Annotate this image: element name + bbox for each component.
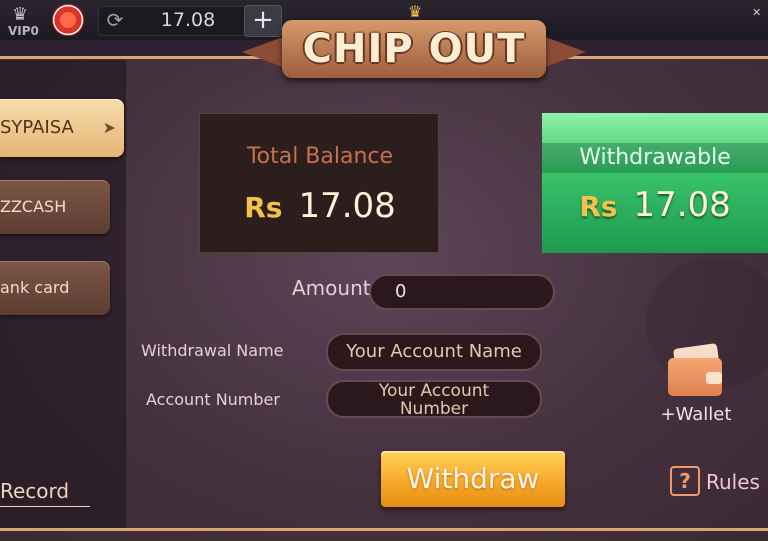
sidebar-item-bank-card[interactable]: ank card — [0, 261, 110, 315]
payment-method-sidebar: SYPAISA ➤ ZZCASH ank card — [0, 60, 126, 528]
currency-label: Rs — [579, 190, 618, 223]
title-banner: ♛ CHIP OUT — [242, 2, 586, 82]
account-number-input[interactable]: Your Account Number — [326, 380, 542, 418]
total-balance-label: Total Balance — [246, 144, 394, 169]
crown-icon: ♛ — [12, 4, 29, 25]
withdrawable-label: Withdrawable — [579, 145, 731, 170]
panel-bottom-border — [0, 528, 768, 531]
sidebar-item-label: SYPAISA — [0, 117, 74, 138]
page-title: CHIP OUT — [302, 26, 526, 72]
chevron-right-icon: ➤ — [102, 118, 116, 137]
close-icon[interactable]: ✕ — [752, 6, 768, 40]
withdrawal-name-input[interactable]: Your Account Name — [326, 333, 542, 371]
record-link[interactable]: Record — [0, 478, 90, 507]
vip-badge[interactable]: ♛ VIP0 — [6, 4, 48, 38]
account-number-placeholder-line2: Number — [399, 399, 469, 419]
poker-chip-icon[interactable] — [52, 4, 84, 36]
withdrawable-card: Withdrawable Rs 17.08 — [542, 113, 768, 253]
account-number-label: Account Number — [146, 390, 280, 409]
rules-link[interactable]: Rules — [706, 470, 760, 494]
withdraw-button[interactable]: Withdraw — [381, 451, 565, 507]
amount-input[interactable]: 0 — [369, 274, 555, 310]
amount-label: Amount — [292, 276, 371, 300]
withdrawable-value: 17.08 — [633, 185, 731, 225]
sidebar-item-easypaisa[interactable]: SYPAISA ➤ — [0, 99, 124, 157]
vip-label: VIP0 — [8, 24, 39, 38]
withdrawable-amount: Rs 17.08 — [542, 185, 768, 225]
crown-icon: ♛ — [407, 2, 423, 21]
total-balance-amount: Rs 17.08 — [200, 186, 440, 226]
total-balance-card: Total Balance Rs 17.08 — [199, 113, 439, 253]
refresh-icon[interactable]: ⟳ — [102, 8, 128, 32]
wallet-icon[interactable] — [668, 343, 722, 396]
help-icon[interactable]: ? — [670, 466, 700, 496]
add-wallet-button[interactable]: +Wallet — [660, 404, 732, 425]
sidebar-item-label: ank card — [0, 278, 70, 297]
coin-balance: 17.08 — [160, 9, 216, 31]
currency-label: Rs — [244, 191, 283, 224]
withdrawal-name-label: Withdrawal Name — [141, 341, 284, 360]
sidebar-item-label: ZZCASH — [0, 197, 67, 216]
account-number-placeholder-line1: Your Account — [378, 381, 490, 401]
sidebar-item-jazzcash[interactable]: ZZCASH — [0, 180, 110, 234]
total-balance-value: 17.08 — [298, 186, 396, 226]
